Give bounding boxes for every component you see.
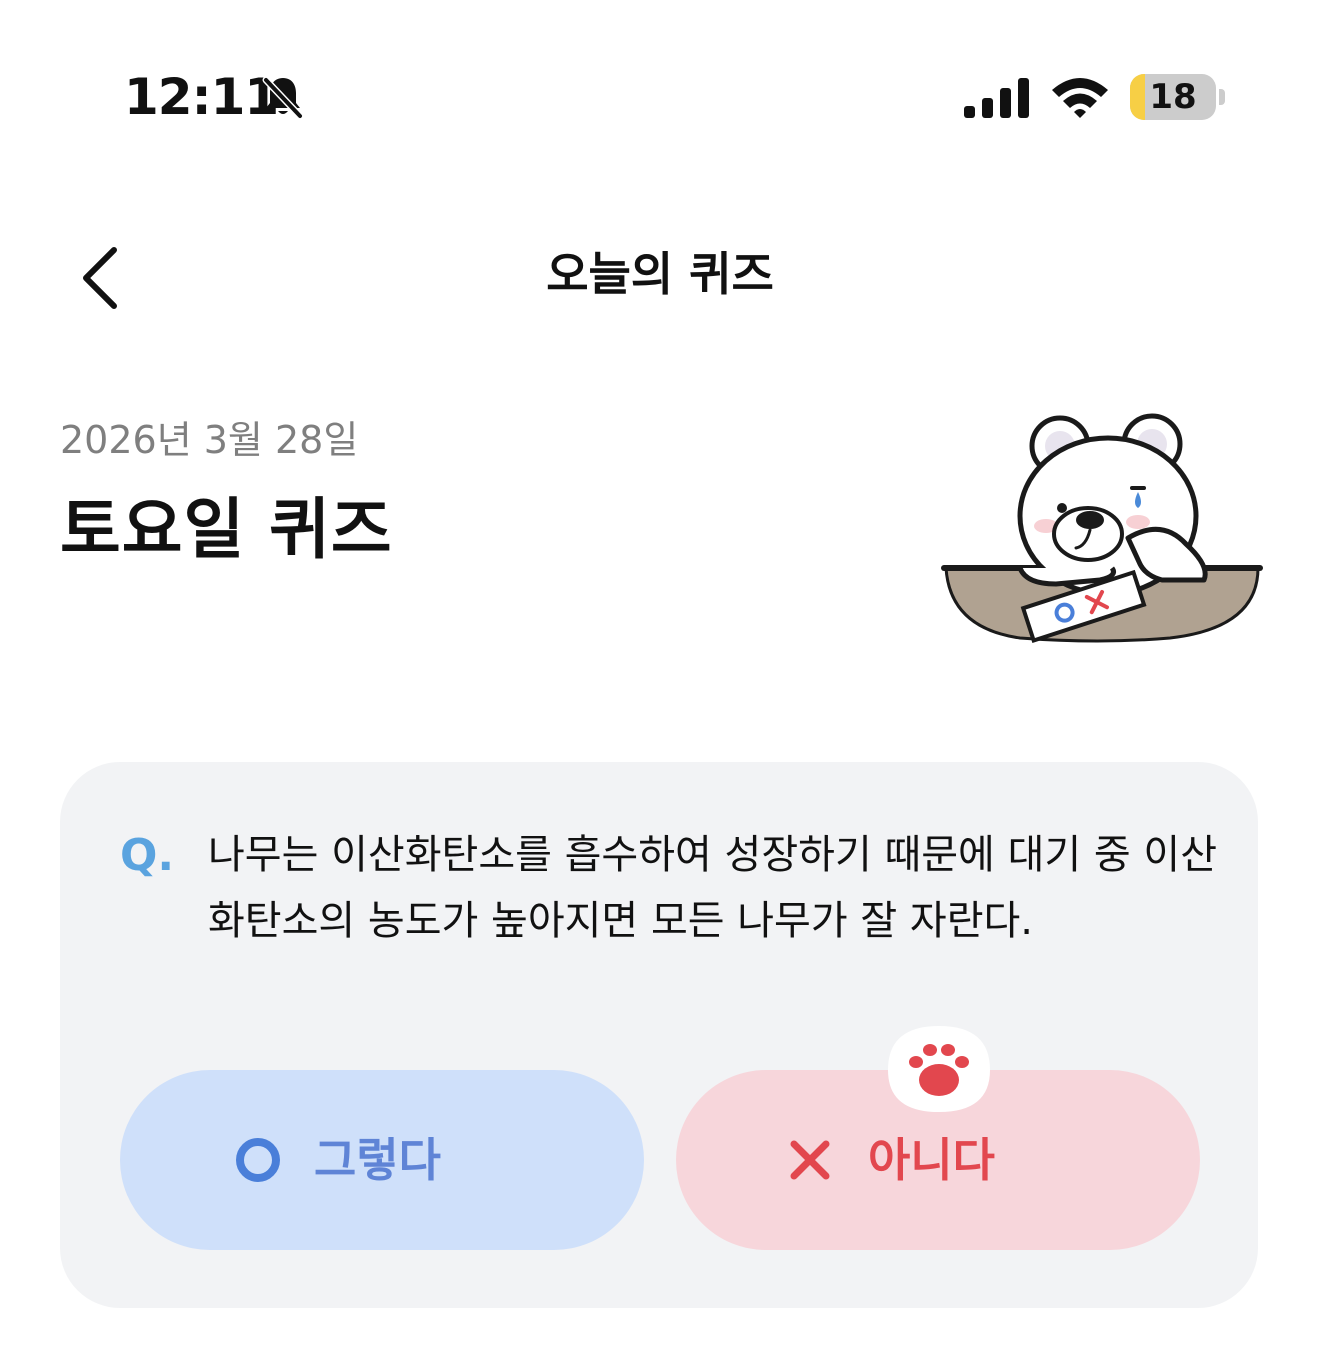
answer-true-label: 그렇다	[314, 1133, 441, 1187]
battery-tip	[1219, 89, 1225, 105]
page-title: 오늘의 퀴즈	[546, 247, 774, 301]
wifi-icon	[1052, 78, 1108, 118]
chevron-left-icon	[83, 247, 117, 309]
battery-level: 18	[1149, 77, 1197, 117]
x-icon	[790, 1140, 830, 1180]
back-button[interactable]	[70, 238, 140, 318]
cellular-signal-icon	[964, 78, 1029, 118]
status-bar: 12:11 18	[0, 0, 1320, 200]
quiz-date: 2026년 3월 28일	[60, 418, 359, 462]
answer-true-button[interactable]: 그렇다	[120, 1070, 644, 1250]
paw-icon	[888, 1026, 990, 1112]
question-label: Q.	[120, 830, 175, 881]
bear-mascot-illustration	[941, 413, 1263, 644]
status-time: 12:11	[124, 68, 279, 126]
quiz-title: 토요일 퀴즈	[60, 491, 393, 568]
bell-off-icon	[262, 76, 304, 120]
answer-false-label: 아니다	[868, 1133, 995, 1187]
circle-o-icon	[236, 1138, 280, 1182]
battery-indicator: 18	[1130, 74, 1216, 120]
question-text: 나무는 이산화탄소를 흡수하여 성장하기 때문에 대기 중 이산화탄소의 농도가…	[208, 832, 1218, 944]
